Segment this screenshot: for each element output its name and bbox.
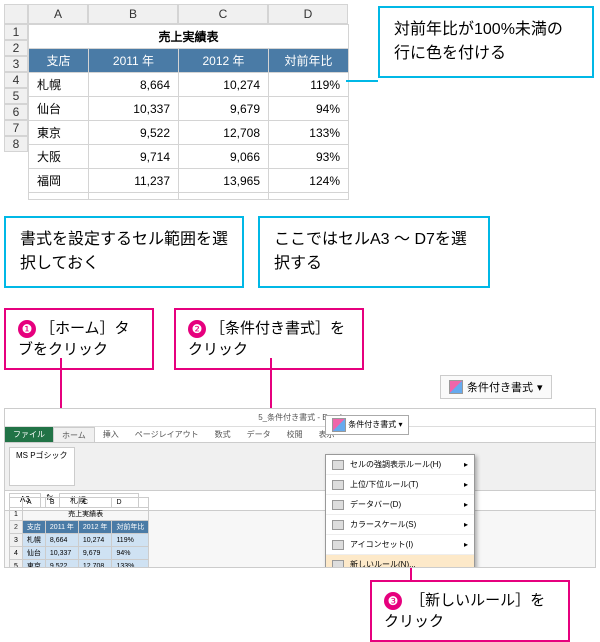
colorscale-icon xyxy=(332,520,344,530)
chevron-down-icon: ▾ xyxy=(537,381,543,394)
mini-grid: ABCD 1売上実績表 2支店2011 年2012 年対前年比 3札幌8,664… xyxy=(9,497,149,568)
databar-icon xyxy=(332,500,344,510)
table-row: 大阪9,7149,06693% xyxy=(29,145,349,169)
iconset-icon xyxy=(332,540,344,550)
bullet-3: ❸ xyxy=(384,592,402,610)
excel-title: 5_条件付き書式 - Excel xyxy=(5,409,595,427)
table-title: 売上実績表 xyxy=(29,25,349,49)
data-table: 売上実績表 支店 2011 年 2012 年 対前年比 札幌8,66410,27… xyxy=(28,24,349,200)
tab-formula[interactable]: 数式 xyxy=(207,427,239,442)
step-1: ❶［ホーム］タブをクリック xyxy=(4,308,154,370)
menu-icon-sets[interactable]: アイコンセット(I)▸ xyxy=(326,535,474,555)
hdr-2011: 2011 年 xyxy=(89,49,179,73)
conditional-format-button-sample[interactable]: 条件付き書式 ▾ xyxy=(440,375,552,399)
callout-a3d7: ここではセルA3 ～ D7を選択する xyxy=(258,216,490,288)
col-A[interactable]: A xyxy=(28,4,88,24)
tab-insert[interactable]: 挿入 xyxy=(95,427,127,442)
conditional-format-icon xyxy=(449,380,463,394)
bullet-1: ❶ xyxy=(18,320,36,338)
table-row: 福岡11,23713,965124% xyxy=(29,169,349,193)
tab-data[interactable]: データ xyxy=(239,427,279,442)
tab-file[interactable]: ファイル xyxy=(5,427,53,442)
column-headers: A B C D xyxy=(4,4,354,24)
pointer-2a xyxy=(270,358,272,410)
conditional-format-menu: セルの強調表示ルール(H)▸ 上位/下位ルール(T)▸ データバー(D)▸ カラ… xyxy=(325,454,475,568)
conditional-format-button[interactable]: 条件付き書式 ▾ xyxy=(325,415,409,435)
ribbon: MS Pゴシック 条件付き書式 ▾ セルの強調表示ルール(H)▸ 上位/下位ルー… xyxy=(5,443,595,491)
newrule-icon xyxy=(332,560,344,569)
callout-highlight: 対前年比が100%未満の行に色を付ける xyxy=(378,6,594,78)
row-2[interactable]: 2 xyxy=(4,40,28,56)
menu-highlight-rules[interactable]: セルの強調表示ルール(H)▸ xyxy=(326,455,474,475)
col-C[interactable]: C xyxy=(178,4,268,24)
table-row: 仙台10,3379,67994% xyxy=(29,97,349,121)
pointer-line xyxy=(346,80,378,82)
menu-color-scales[interactable]: カラースケール(S)▸ xyxy=(326,515,474,535)
spreadsheet-top: A B C D 1 2 3 4 5 6 7 8 売上実績表 支店 2011 年 … xyxy=(4,4,354,200)
row-7[interactable]: 7 xyxy=(4,120,28,136)
callout-select-range: 書式を設定するセル範囲を選択しておく xyxy=(4,216,244,288)
menu-new-rule[interactable]: 新しいルール(N)... xyxy=(326,555,474,568)
tab-review[interactable]: 校閲 xyxy=(279,427,311,442)
tab-layout[interactable]: ページレイアウト xyxy=(127,427,207,442)
tab-home[interactable]: ホーム xyxy=(53,427,95,442)
rules-icon xyxy=(332,460,344,470)
table-row: 東京9,52212,708133% xyxy=(29,121,349,145)
hdr-2012: 2012 年 xyxy=(179,49,269,73)
row-1[interactable]: 1 xyxy=(4,24,28,40)
table-row: 札幌8,66410,274119% xyxy=(29,73,349,97)
col-B[interactable]: B xyxy=(88,4,178,24)
topbottom-icon xyxy=(332,480,344,490)
col-D[interactable]: D xyxy=(268,4,348,24)
font-box[interactable]: MS Pゴシック xyxy=(9,447,75,486)
ribbon-tabs: ファイル ホーム 挿入 ページレイアウト 数式 データ 校閲 表示 xyxy=(5,427,595,443)
bullet-2: ❷ xyxy=(188,320,206,338)
menu-data-bars[interactable]: データバー(D)▸ xyxy=(326,495,474,515)
row-5[interactable]: 5 xyxy=(4,88,28,104)
row-4[interactable]: 4 xyxy=(4,72,28,88)
row-8[interactable]: 8 xyxy=(4,136,28,152)
row-3[interactable]: 3 xyxy=(4,56,28,72)
table-row xyxy=(29,193,349,200)
hdr-branch: 支店 xyxy=(29,49,89,73)
row-6[interactable]: 6 xyxy=(4,104,28,120)
conditional-format-icon xyxy=(332,418,346,432)
menu-top-bottom[interactable]: 上位/下位ルール(T)▸ xyxy=(326,475,474,495)
hdr-ratio: 対前年比 xyxy=(269,49,349,73)
step-2: ❷［条件付き書式］をクリック xyxy=(174,308,364,370)
excel-window: 5_条件付き書式 - Excel ファイル ホーム 挿入 ページレイアウト 数式… xyxy=(4,408,596,568)
